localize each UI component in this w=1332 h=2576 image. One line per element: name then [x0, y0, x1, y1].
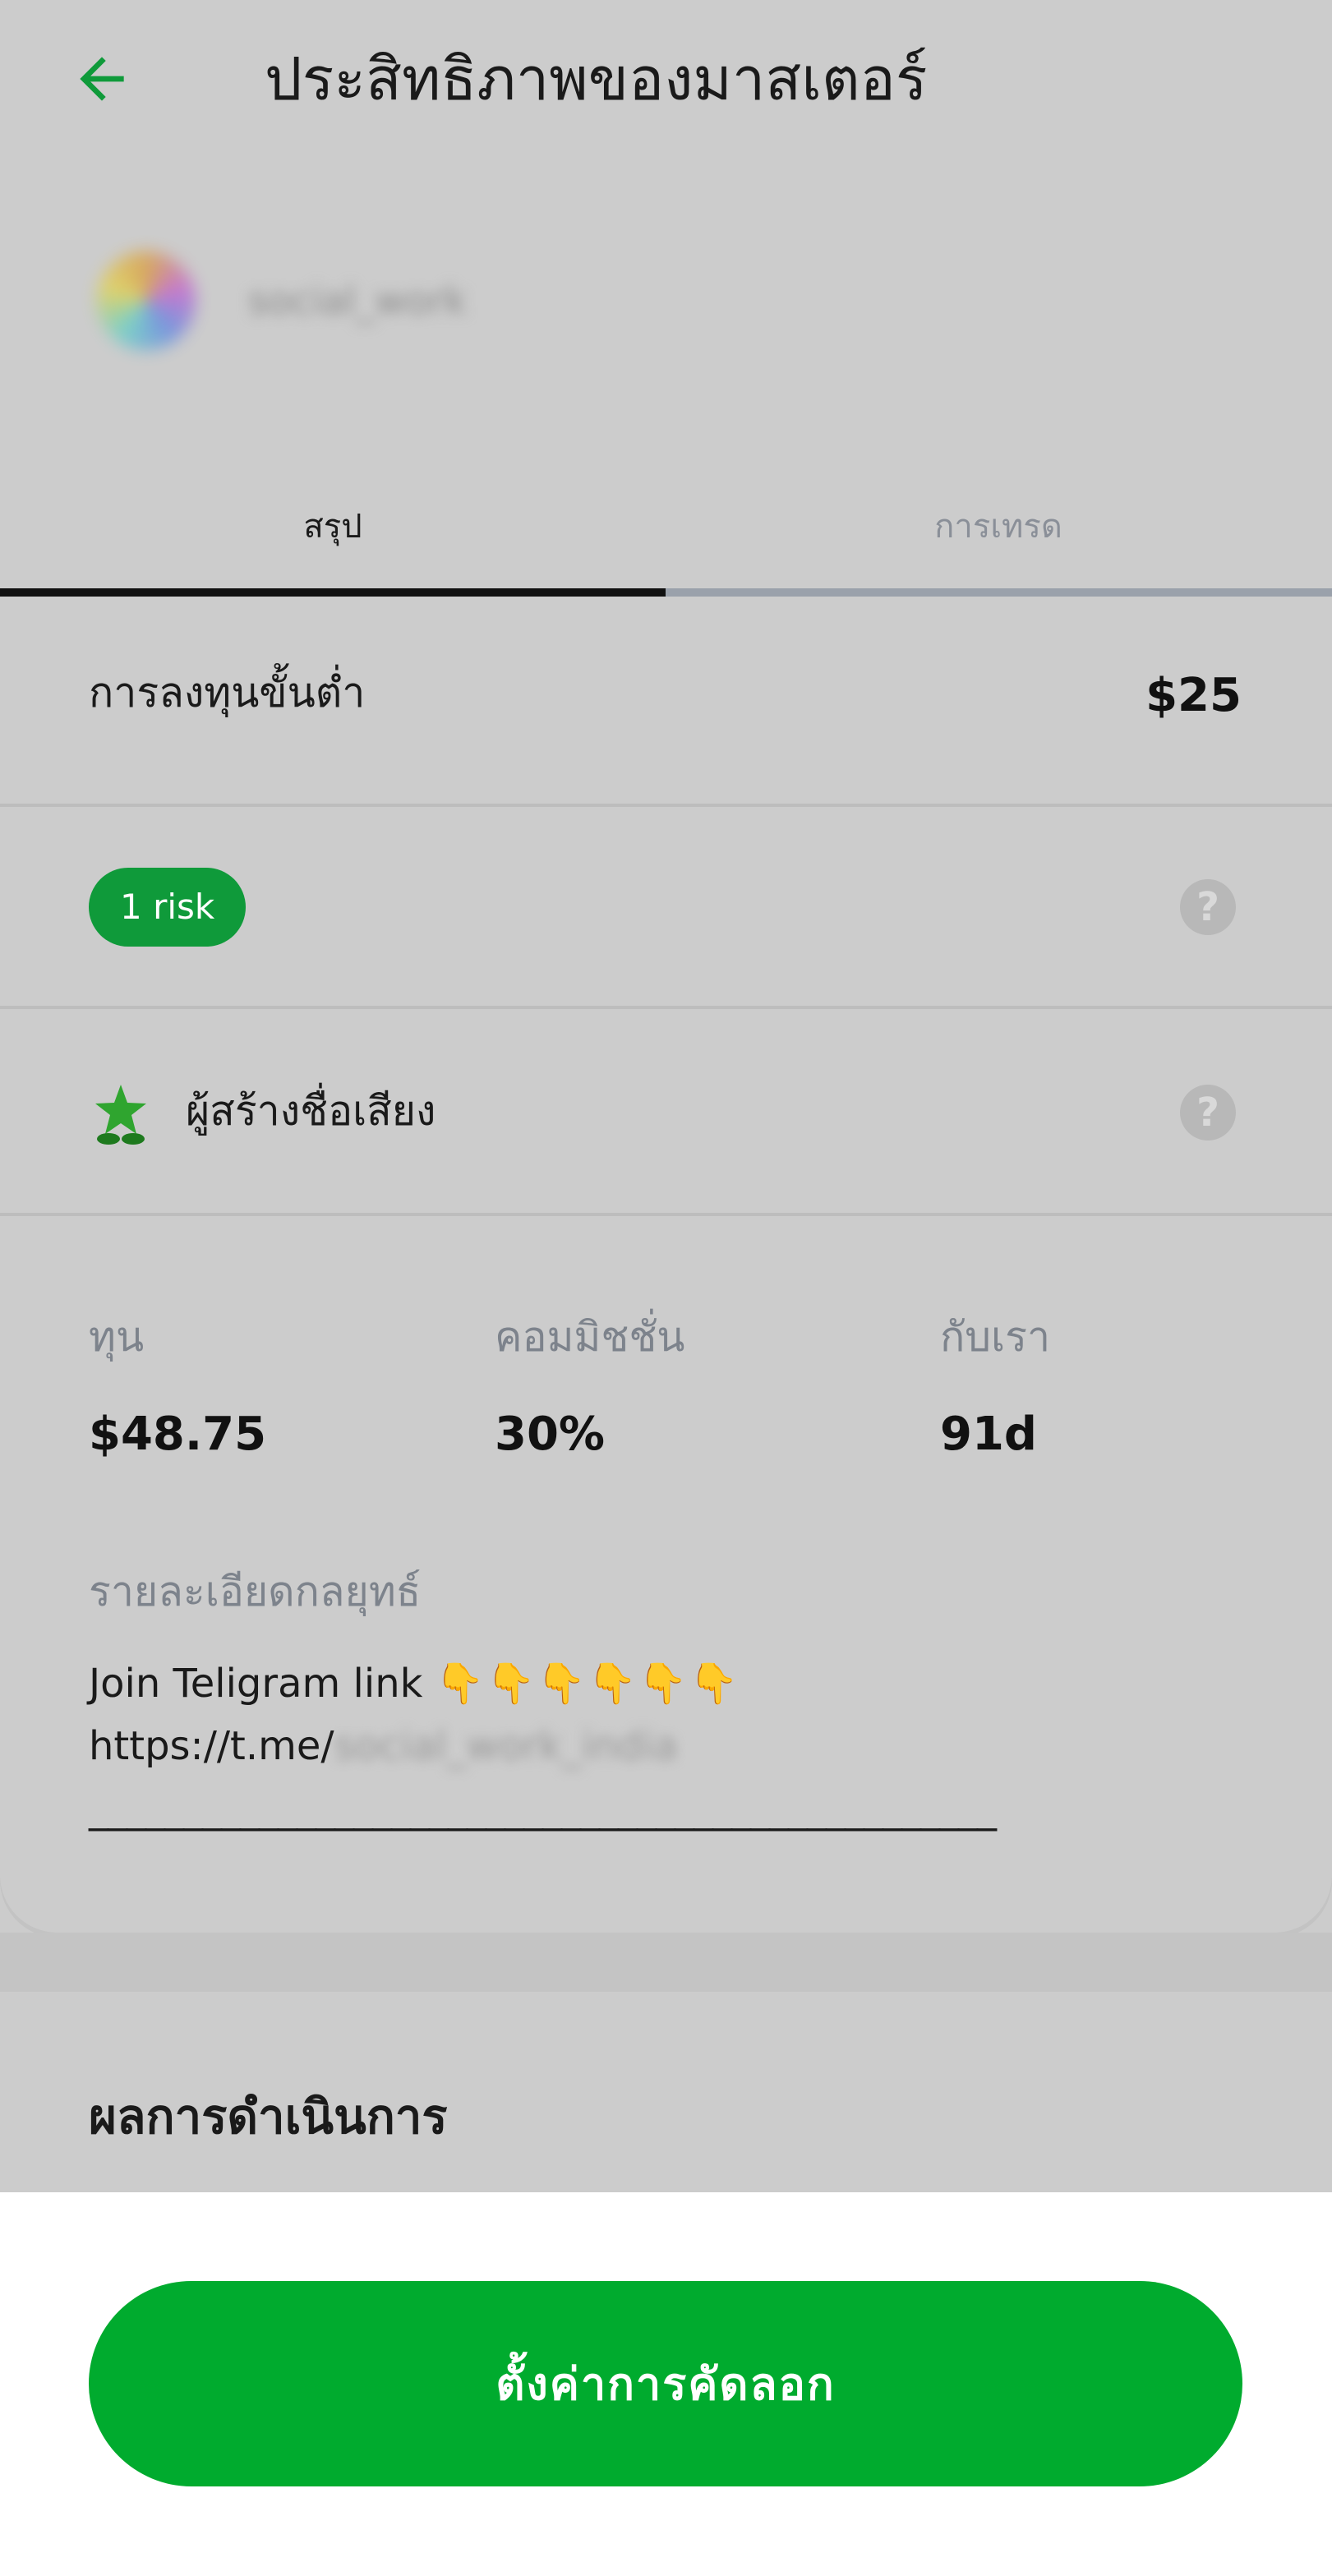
strategy-label: รายละเอียดกลยุทธ์: [89, 1568, 422, 1615]
strategy-join-text: Join Teligram link: [89, 1661, 423, 1707]
tab-bar: สรุป การเทรด: [0, 460, 1332, 597]
strategy-text-line: Join Teligram link 👇👇👇👇👇👇: [89, 1657, 740, 1711]
strategy-link-line[interactable]: https://t.me/social_work_india: [89, 1719, 678, 1773]
performance-title: ผลการดำเนินการ: [89, 2089, 448, 2145]
stat-value-commission: 30%: [495, 1408, 606, 1461]
stat-value-capital: $48.75: [89, 1408, 267, 1461]
strategy-link-prefix: https://t.me/: [89, 1723, 334, 1769]
min-investment-value: $25: [1145, 669, 1242, 722]
setup-copy-button[interactable]: ตั้งค่าการคัดลอก: [89, 2281, 1242, 2486]
strategy-separator: ________________________________________…: [89, 1786, 997, 1832]
divider: [0, 804, 1332, 807]
stat-value-with-us: 91d: [940, 1408, 1038, 1461]
master-profile[interactable]: social_work: [90, 247, 748, 353]
star-sprout-icon: [95, 1085, 146, 1145]
risk-badge: 1 risk: [89, 868, 247, 947]
min-investment-label: การลงทุนขั้นต่ำ: [89, 669, 366, 717]
tab-summary[interactable]: สรุป: [0, 460, 666, 592]
avatar: [97, 251, 196, 350]
divider: [0, 1006, 1332, 1009]
tab-indicator-inactive: [666, 588, 1332, 597]
strategy-link-handle: social_work_india: [334, 1723, 678, 1769]
stat-label-capital: ทุน: [89, 1313, 145, 1361]
tab-trades[interactable]: การเทรด: [666, 460, 1331, 592]
stat-label-commission: คอมมิชชั่น: [495, 1313, 685, 1361]
creator-label: ผู้สร้างชื่อเสียง: [186, 1087, 436, 1135]
divider: [0, 1213, 1332, 1216]
tab-indicator-active: [0, 588, 666, 597]
master-name: social_work: [248, 279, 467, 323]
page-title: ประสิทธิภาพของมาสเตอร์: [265, 44, 928, 113]
pointing-down-icon: 👇👇👇👇👇👇: [435, 1661, 740, 1707]
card-gap: [0, 1933, 1332, 1992]
master-performance-screen: ประสิทธิภาพของมาสเตอร์ social_work สรุป …: [0, 0, 1332, 2576]
app-header: ประสิทธิภาพของมาสเตอร์: [0, 0, 1332, 156]
back-button[interactable]: [64, 41, 140, 117]
stat-label-with-us: กับเรา: [940, 1313, 1051, 1361]
arrow-left-icon: [80, 57, 124, 101]
question-circle-icon[interactable]: ?: [1180, 1085, 1236, 1141]
question-circle-icon[interactable]: ?: [1180, 879, 1236, 935]
